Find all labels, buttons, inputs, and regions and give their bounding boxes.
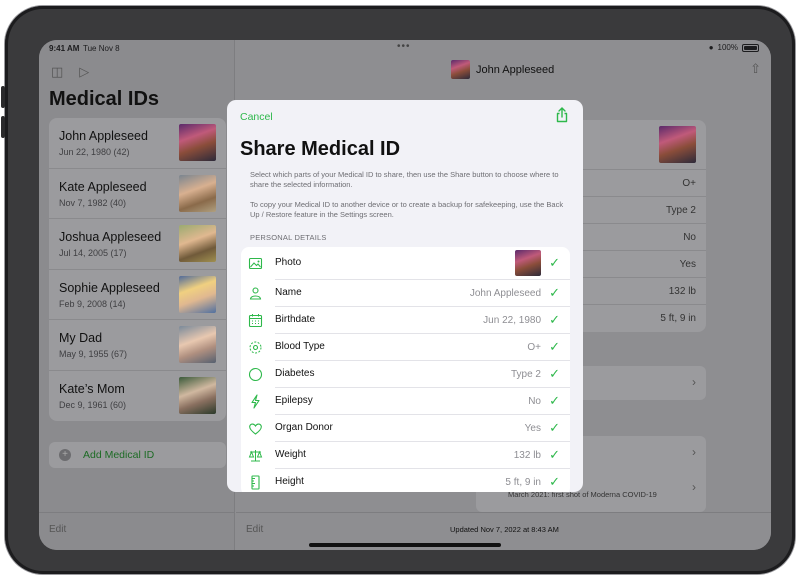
- list-item[interactable]: Sophie Appleseed Feb 9, 2008 (14): [49, 270, 226, 320]
- share-row-weight[interactable]: Weight 132 lb ✓: [248, 442, 570, 469]
- chevron-right-icon: ›: [692, 375, 696, 389]
- checkmark-icon: ✓: [549, 285, 560, 300]
- share-row-height[interactable]: Height 5 ft, 9 in ✓: [251, 469, 570, 492]
- list-item[interactable]: Joshua Appleseed Jul 14, 2005 (17): [49, 219, 226, 270]
- list-item[interactable]: Kate’s Mom Dec 9, 1961 (60): [49, 371, 226, 422]
- sidebar-title: Medical IDs: [49, 88, 160, 110]
- avatar: [659, 126, 696, 163]
- add-medical-id-button[interactable]: + Add Medical ID: [49, 442, 226, 468]
- share-icon[interactable]: [553, 106, 571, 124]
- avatar: [179, 376, 216, 414]
- share-row-organ-donor[interactable]: Organ Donor Yes ✓: [249, 415, 570, 442]
- share-row-birthdate[interactable]: Birthdate Jun 22, 1980 ✓: [248, 307, 570, 334]
- checkmark-icon: ✓: [549, 339, 560, 354]
- share-row-photo[interactable]: Photo ✓: [248, 247, 570, 280]
- personal-details-list: Photo ✓ Name John Appleseed ✓ Birthdate …: [241, 247, 570, 492]
- list-item[interactable]: My Dad May 9, 1955 (67): [49, 320, 226, 371]
- detail-header: John Appleseed ⇧: [236, 58, 771, 82]
- avatar: [179, 275, 216, 313]
- avatar: [451, 60, 470, 79]
- scale-icon: [248, 450, 263, 462]
- chevron-right-icon: ›: [692, 445, 696, 459]
- checkmark-icon: ✓: [549, 447, 560, 462]
- sheet-description: Select which parts of your Medical ID to…: [250, 170, 559, 189]
- heart-icon: [249, 423, 262, 435]
- section-header: PERSONAL DETAILS: [250, 233, 327, 242]
- share-row-blood-type[interactable]: Blood Type O+ ✓: [249, 334, 570, 361]
- play-circle-icon[interactable]: ▷: [79, 64, 89, 80]
- sidebar-toggle-icon[interactable]: ◫: [51, 64, 63, 80]
- avatar: [179, 124, 216, 161]
- ipad-frame: ◫ ▷ Medical IDs John Appleseed Jun 22, 1…: [1, 6, 795, 574]
- checkmark-icon: ✓: [549, 366, 560, 381]
- person-icon: [249, 287, 262, 300]
- battery-percent: 100%: [717, 43, 738, 52]
- photo-icon: [248, 257, 263, 270]
- checkmark-icon: ✓: [549, 312, 560, 327]
- avatar: [515, 250, 541, 276]
- checkmark-icon: ✓: [549, 255, 560, 270]
- sidebar-toolbar: Edit: [39, 512, 235, 550]
- screen: ◫ ▷ Medical IDs John Appleseed Jun 22, 1…: [39, 40, 771, 550]
- ruler-icon: [251, 475, 260, 490]
- avatar: [179, 326, 216, 363]
- calendar-icon: [248, 314, 263, 328]
- avatar: [179, 174, 216, 212]
- sheet-title: Share Medical ID: [240, 138, 401, 160]
- share-row-diabetes[interactable]: Diabetes Type 2 ✓: [248, 361, 570, 388]
- plus-circle-icon: +: [59, 449, 71, 461]
- bolt-icon: [251, 394, 260, 409]
- detail-edit-button[interactable]: Edit: [246, 524, 263, 535]
- home-indicator[interactable]: [309, 543, 501, 547]
- sheet-description-backup: To copy your Medical ID to another devic…: [250, 200, 564, 219]
- volume-down-button: [1, 116, 5, 138]
- status-date: Tue Nov 8: [83, 44, 120, 53]
- updated-label: Updated Nov 7, 2022 at 8:43 AM: [450, 525, 559, 534]
- share-row-name[interactable]: Name John Appleseed ✓: [249, 280, 570, 307]
- avatar: [179, 225, 216, 262]
- blood-type-icon: [249, 341, 262, 354]
- share-medical-id-sheet: Cancel Share Medical ID Select which par…: [227, 100, 583, 492]
- status-bar: 9:41 AM Tue Nov 8 ••• ● 100%: [39, 40, 771, 56]
- volume-up-button: [1, 86, 5, 108]
- status-time: 9:41 AM: [49, 44, 80, 53]
- checkmark-icon: ✓: [549, 420, 560, 435]
- checkmark-icon: ✓: [549, 474, 560, 489]
- battery-icon: [742, 43, 759, 52]
- sidebar: ◫ ▷ Medical IDs John Appleseed Jun 22, 1…: [39, 40, 235, 550]
- wifi-icon: ●: [708, 43, 714, 52]
- share-icon[interactable]: ⇧: [750, 61, 761, 77]
- sidebar-edit-button[interactable]: Edit: [49, 524, 66, 535]
- list-item[interactable]: Kate Appleseed Nov 7, 1982 (40): [49, 169, 226, 219]
- list-item[interactable]: John Appleseed Jun 22, 1980 (42): [49, 118, 226, 169]
- multitasking-dots-icon[interactable]: •••: [397, 41, 411, 52]
- cancel-button[interactable]: Cancel: [240, 111, 273, 123]
- detail-title: John Appleseed: [476, 64, 555, 76]
- checkmark-icon: ✓: [549, 393, 560, 408]
- share-row-epilepsy[interactable]: Epilepsy No ✓: [251, 388, 570, 415]
- circle-icon: [248, 367, 263, 382]
- chevron-right-icon: ›: [692, 480, 696, 494]
- add-medical-id-label: Add Medical ID: [83, 449, 155, 461]
- medical-id-list: John Appleseed Jun 22, 1980 (42) Kate Ap…: [49, 118, 226, 421]
